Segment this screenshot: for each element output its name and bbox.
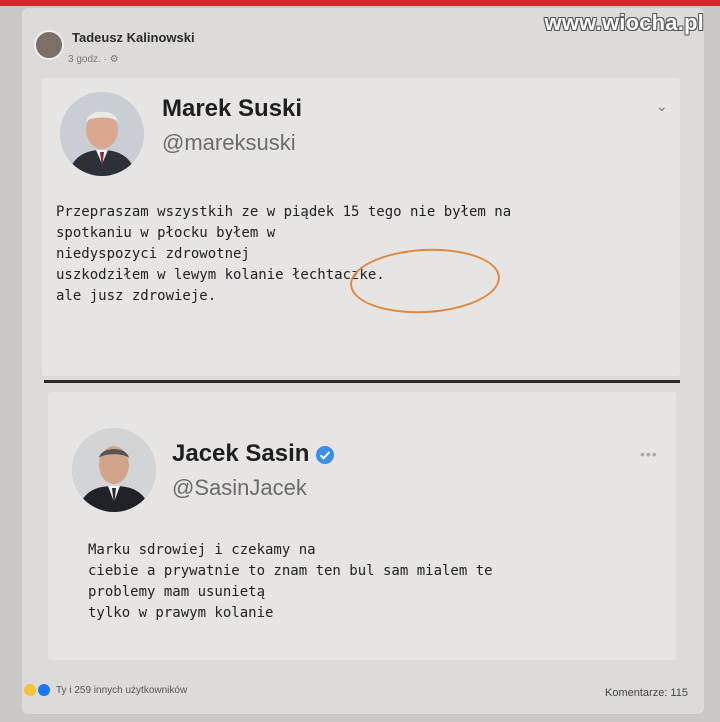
poster-name[interactable]: Tadeusz Kalinowski	[72, 30, 195, 46]
reactions-summary[interactable]: Ty i 259 innych użytkowników	[24, 684, 187, 696]
post-timestamp[interactable]: 3 godz. · ⚙	[68, 54, 119, 65]
top-accent-strip	[0, 0, 720, 6]
comments-count[interactable]: Komentarze: 115	[605, 687, 688, 699]
avatar-suski[interactable]	[60, 92, 144, 176]
tweet-author-name[interactable]: Marek Suski	[162, 95, 302, 123]
chevron-down-icon[interactable]: ⌄	[656, 98, 668, 115]
watermark: www.wiocha.pl	[544, 10, 704, 35]
tweet-author-handle[interactable]: @SasinJacek	[172, 475, 307, 501]
reactions-text: Ty i 259 innych użytkowników	[56, 684, 188, 696]
person-icon	[72, 428, 156, 512]
poster-avatar[interactable]	[34, 30, 64, 60]
tweet-author-name[interactable]: Jacek Sasin	[172, 440, 335, 468]
haha-reaction-icon	[24, 684, 36, 696]
tweet-author-name-text: Jacek Sasin	[172, 440, 310, 467]
divider-line	[44, 380, 680, 383]
avatar-sasin[interactable]	[72, 428, 156, 512]
person-icon	[60, 92, 144, 176]
tweet-text: Marku sdrowiej i czekamy na ciebie a pry…	[88, 542, 493, 621]
tweet-author-handle[interactable]: @mareksuski	[162, 130, 296, 156]
verified-badge-icon	[316, 445, 335, 464]
more-dots-icon[interactable]: •••	[640, 446, 658, 462]
like-reaction-icon	[38, 684, 50, 696]
